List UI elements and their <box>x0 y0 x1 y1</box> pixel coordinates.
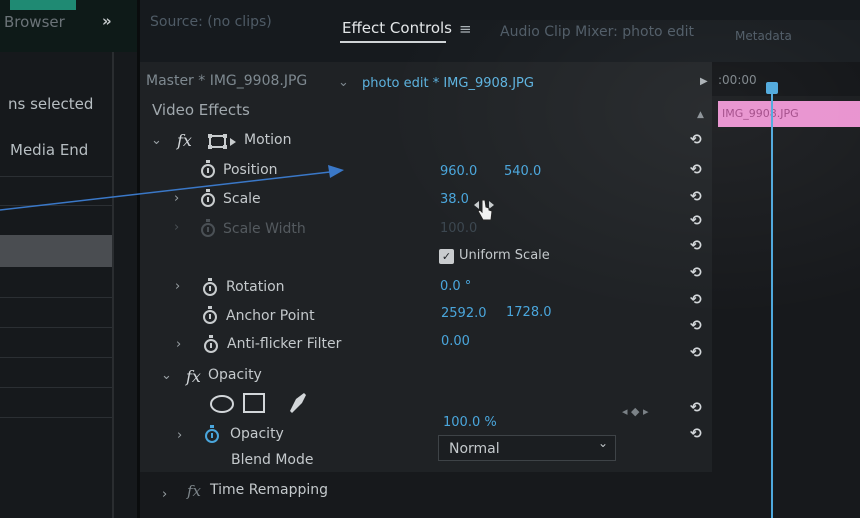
timeline-clip-label: IMG_9908.JPG <box>722 107 799 120</box>
blend-mode-value[interactable]: Normal <box>449 441 500 457</box>
scale-twirl-chevron-right-icon[interactable]: › <box>174 191 179 206</box>
tab-effect-controls[interactable]: Effect Controls <box>342 19 452 37</box>
anchor-point-x-value[interactable]: 2592.0 <box>441 306 487 321</box>
reset-scale-width-icon[interactable]: ⟲ <box>690 213 702 229</box>
scale-label: Scale <box>223 191 261 207</box>
rotation-twirl-chevron-right-icon[interactable]: › <box>175 279 180 294</box>
opacity-stopwatch-icon[interactable] <box>205 425 219 443</box>
effect-timeline[interactable] <box>712 62 860 518</box>
playhead-handle-icon[interactable] <box>766 82 778 94</box>
opacity-value[interactable]: 100.0 % <box>443 415 497 430</box>
scale-value[interactable]: 38.0 <box>440 192 469 207</box>
list-divider <box>0 327 113 328</box>
anchor-point-stopwatch-icon[interactable] <box>203 306 217 324</box>
anti-flicker-stopwatch-icon[interactable] <box>204 335 218 353</box>
scale-stopwatch-icon[interactable] <box>201 189 215 207</box>
sequence-clip-label[interactable]: photo edit * IMG_9908.JPG <box>362 76 534 91</box>
keyframe-navigator[interactable]: ◂ ◆ ▸ <box>622 405 649 418</box>
reset-motion-icon[interactable]: ⟲ <box>690 132 702 148</box>
fx-icon[interactable]: fx <box>177 131 192 150</box>
anti-flicker-value[interactable]: 0.00 <box>441 334 470 349</box>
uniform-scale-checkbox[interactable]: ✓ <box>439 249 454 264</box>
anti-flicker-label: Anti-flicker Filter <box>227 336 342 352</box>
anti-flicker-twirl-chevron-right-icon[interactable]: › <box>176 337 181 352</box>
scroll-up-icon[interactable]: ▲ <box>697 110 704 120</box>
active-tab-underline <box>340 41 446 43</box>
blend-mode-label: Blend Mode <box>231 452 314 468</box>
opacity-property-twirl-chevron-right-icon[interactable]: › <box>177 428 182 443</box>
list-divider <box>0 417 113 418</box>
tab-source[interactable]: Source: (no clips) <box>150 14 272 30</box>
chevron-down-icon[interactable]: ⌄ <box>338 75 349 90</box>
pen-mask-icon[interactable] <box>290 393 306 413</box>
reset-opacity-effect-icon[interactable]: ⟲ <box>690 345 702 361</box>
rotation-label: Rotation <box>226 279 285 295</box>
opacity-twirl-chevron-down-icon[interactable]: ⌄ <box>161 368 172 383</box>
anchor-point-label: Anchor Point <box>226 308 315 324</box>
master-clip-label[interactable]: Master * IMG_9908.JPG <box>146 73 307 89</box>
list-divider <box>0 205 113 206</box>
motion-twirl-chevron-down-icon[interactable]: ⌄ <box>151 133 162 148</box>
play-triangle-icon[interactable]: ▶ <box>700 76 708 87</box>
reset-opacity-icon[interactable]: ⟲ <box>690 400 702 416</box>
playhead-line[interactable] <box>771 92 773 518</box>
opacity-label: Opacity <box>230 426 284 442</box>
reset-uniform-scale-icon[interactable]: ⟲ <box>690 238 702 254</box>
rectangle-mask-icon[interactable] <box>243 393 265 413</box>
time-remapping-twirl-chevron-right-icon[interactable]: › <box>162 487 167 502</box>
timeline-timecode: :00:00 <box>718 73 757 87</box>
position-label: Position <box>223 162 278 178</box>
panel-overflow-chevron-icon[interactable]: » <box>102 12 112 30</box>
chevron-down-icon[interactable]: ⌄ <box>598 436 608 450</box>
green-accent-strip <box>10 0 76 10</box>
position-stopwatch-icon[interactable] <box>201 160 215 178</box>
column-divider <box>112 52 114 518</box>
list-divider <box>0 387 113 388</box>
position-y-value[interactable]: 540.0 <box>504 164 541 179</box>
mask-tools <box>210 393 306 413</box>
video-effects-heading: Video Effects <box>152 101 250 119</box>
scale-width-stopwatch-icon <box>201 219 215 237</box>
uniform-scale-label: Uniform Scale <box>459 248 550 263</box>
reset-rotation-icon[interactable]: ⟲ <box>690 265 702 281</box>
tab-metadata[interactable]: Metadata <box>735 29 792 43</box>
position-x-value[interactable]: 960.0 <box>440 164 477 179</box>
reset-anti-flicker-icon[interactable]: ⟲ <box>690 318 702 334</box>
panel-menu-icon[interactable]: ≡ <box>459 20 472 38</box>
items-selected-label: ns selected <box>8 95 94 113</box>
tab-audio-clip-mixer[interactable]: Audio Clip Mixer: photo edit <box>500 24 694 40</box>
tab-browser[interactable]: Browser <box>4 13 65 31</box>
fx-icon[interactable]: fx <box>187 482 201 500</box>
rotation-stopwatch-icon[interactable] <box>203 278 217 296</box>
scrub-cursor-icon <box>474 199 494 221</box>
anchor-point-y-value[interactable]: 1728.0 <box>506 305 552 320</box>
reset-anchor-point-icon[interactable]: ⟲ <box>690 292 702 308</box>
list-divider <box>0 176 113 177</box>
reset-position-icon[interactable]: ⟲ <box>690 162 702 178</box>
time-remapping-label: Time Remapping <box>210 482 329 498</box>
ellipse-mask-icon[interactable] <box>210 395 234 413</box>
motion-effect-name: Motion <box>244 132 292 148</box>
transform-icon[interactable] <box>208 134 238 150</box>
opacity-effect-name: Opacity <box>208 367 262 383</box>
scale-width-label: Scale Width <box>223 221 306 237</box>
list-divider <box>0 357 113 358</box>
scale-width-twirl-chevron-right-icon[interactable]: › <box>174 220 179 235</box>
scale-width-value: 100.0 <box>440 221 478 236</box>
media-end-label: Media End <box>10 141 89 159</box>
fx-icon[interactable]: fx <box>186 367 201 386</box>
reset-blend-mode-icon[interactable]: ⟲ <box>690 426 702 442</box>
selected-list-item[interactable] <box>0 235 113 267</box>
reset-scale-icon[interactable]: ⟲ <box>690 189 702 205</box>
list-divider <box>0 297 113 298</box>
rotation-value[interactable]: 0.0 ° <box>440 279 471 294</box>
